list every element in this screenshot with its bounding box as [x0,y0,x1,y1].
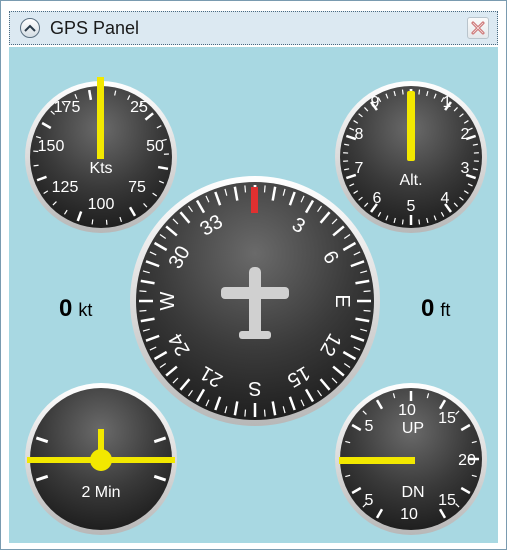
vsi-tick-label: 15 [438,492,456,509]
gauge-tick [157,165,169,171]
vsi-down-label: DN [401,484,424,501]
gauge-tick [139,290,147,293]
speed-value: 0 [59,295,73,322]
vsi-tick-label: 15 [438,410,456,427]
speed-readout: 0 kt [59,295,92,323]
vsi-tick-label: 10 [400,506,418,523]
alt-tick-label: 3 [461,160,470,177]
heading-label: E [331,294,353,307]
speed-tick-label: 100 [88,196,115,213]
speed-unit: kt [78,300,93,320]
gauge-tick [263,409,266,417]
airspeed-gauge: 175 25 150 50 125 75 100 Kts [25,77,177,233]
speed-tick-label: 50 [146,138,164,155]
heading-marker [251,187,258,213]
gps-panel: GPS Panel 175 25 150 50 125 75 100 Kts 9… [0,0,507,550]
speed-tick-label: 75 [128,179,146,196]
alt-tick-label: 5 [407,198,416,215]
alt-tick-label: 8 [355,126,364,143]
heading-label: W [157,291,179,310]
gauge-tick [401,219,404,225]
speed-tick-label: 150 [38,138,65,155]
vertical-speed-gauge: 10 15 5 20 5 15 10 UP DN [335,383,487,535]
gauge-tick [363,290,371,293]
turn-label: 2 Min [81,484,120,501]
alt-tick-label: 6 [373,190,382,207]
gauge-tick [401,89,404,95]
alt-tick-label: 1 [443,94,452,111]
alt-tick-label: 2 [461,126,470,143]
speed-unit-label: Kts [89,160,112,177]
vsi-tick-label: 5 [365,492,374,509]
vsi-needle [339,457,415,464]
vsi-tick-label: 10 [398,402,416,419]
gauge-tick [418,219,421,225]
turn-coordinator: 2 Min [25,383,177,535]
gauge-tick [91,219,94,225]
gauge-tick [363,309,371,312]
alt-tick-label: 4 [441,190,450,207]
speed-tick-label: 175 [54,99,81,116]
vsi-tick-label: 20 [458,452,476,469]
vsi-up-label: UP [402,420,424,437]
close-icon[interactable] [467,17,489,39]
gauge-tick [263,185,266,193]
altimeter-gauge: 9 1 8 2 7 3 6 4 5 Alt. [335,81,487,233]
gauge-tick [33,164,39,167]
speed-tick-label: 25 [130,99,148,116]
gauge-tick [87,89,93,101]
instrument-area: 175 25 150 50 125 75 100 Kts 9 1 8 2 7 3… [9,47,498,543]
heading-indicator: 33 36E1215S2124W30 [130,176,380,426]
heading-label: S [248,377,261,399]
chevron-up-icon[interactable] [20,18,40,38]
panel-header[interactable]: GPS Panel [9,11,498,45]
alt-unit-label: Alt. [399,172,422,189]
altitude-value: 0 [421,295,435,322]
alt-tick-label: 9 [371,94,380,111]
gauge-tick [139,309,147,312]
altitude-unit: ft [440,300,451,320]
vsi-tick-label: 5 [365,418,374,435]
speed-tick-label: 125 [52,179,79,196]
speed-needle [97,77,104,159]
altitude-needle [407,91,415,161]
panel-title: GPS Panel [50,18,140,38]
gauge-tick [244,185,247,193]
gauge-tick [418,89,421,95]
gauge-tick [244,409,247,417]
altitude-readout: 0 ft [421,295,450,323]
turn-ball [90,449,112,471]
alt-tick-label: 7 [355,160,364,177]
